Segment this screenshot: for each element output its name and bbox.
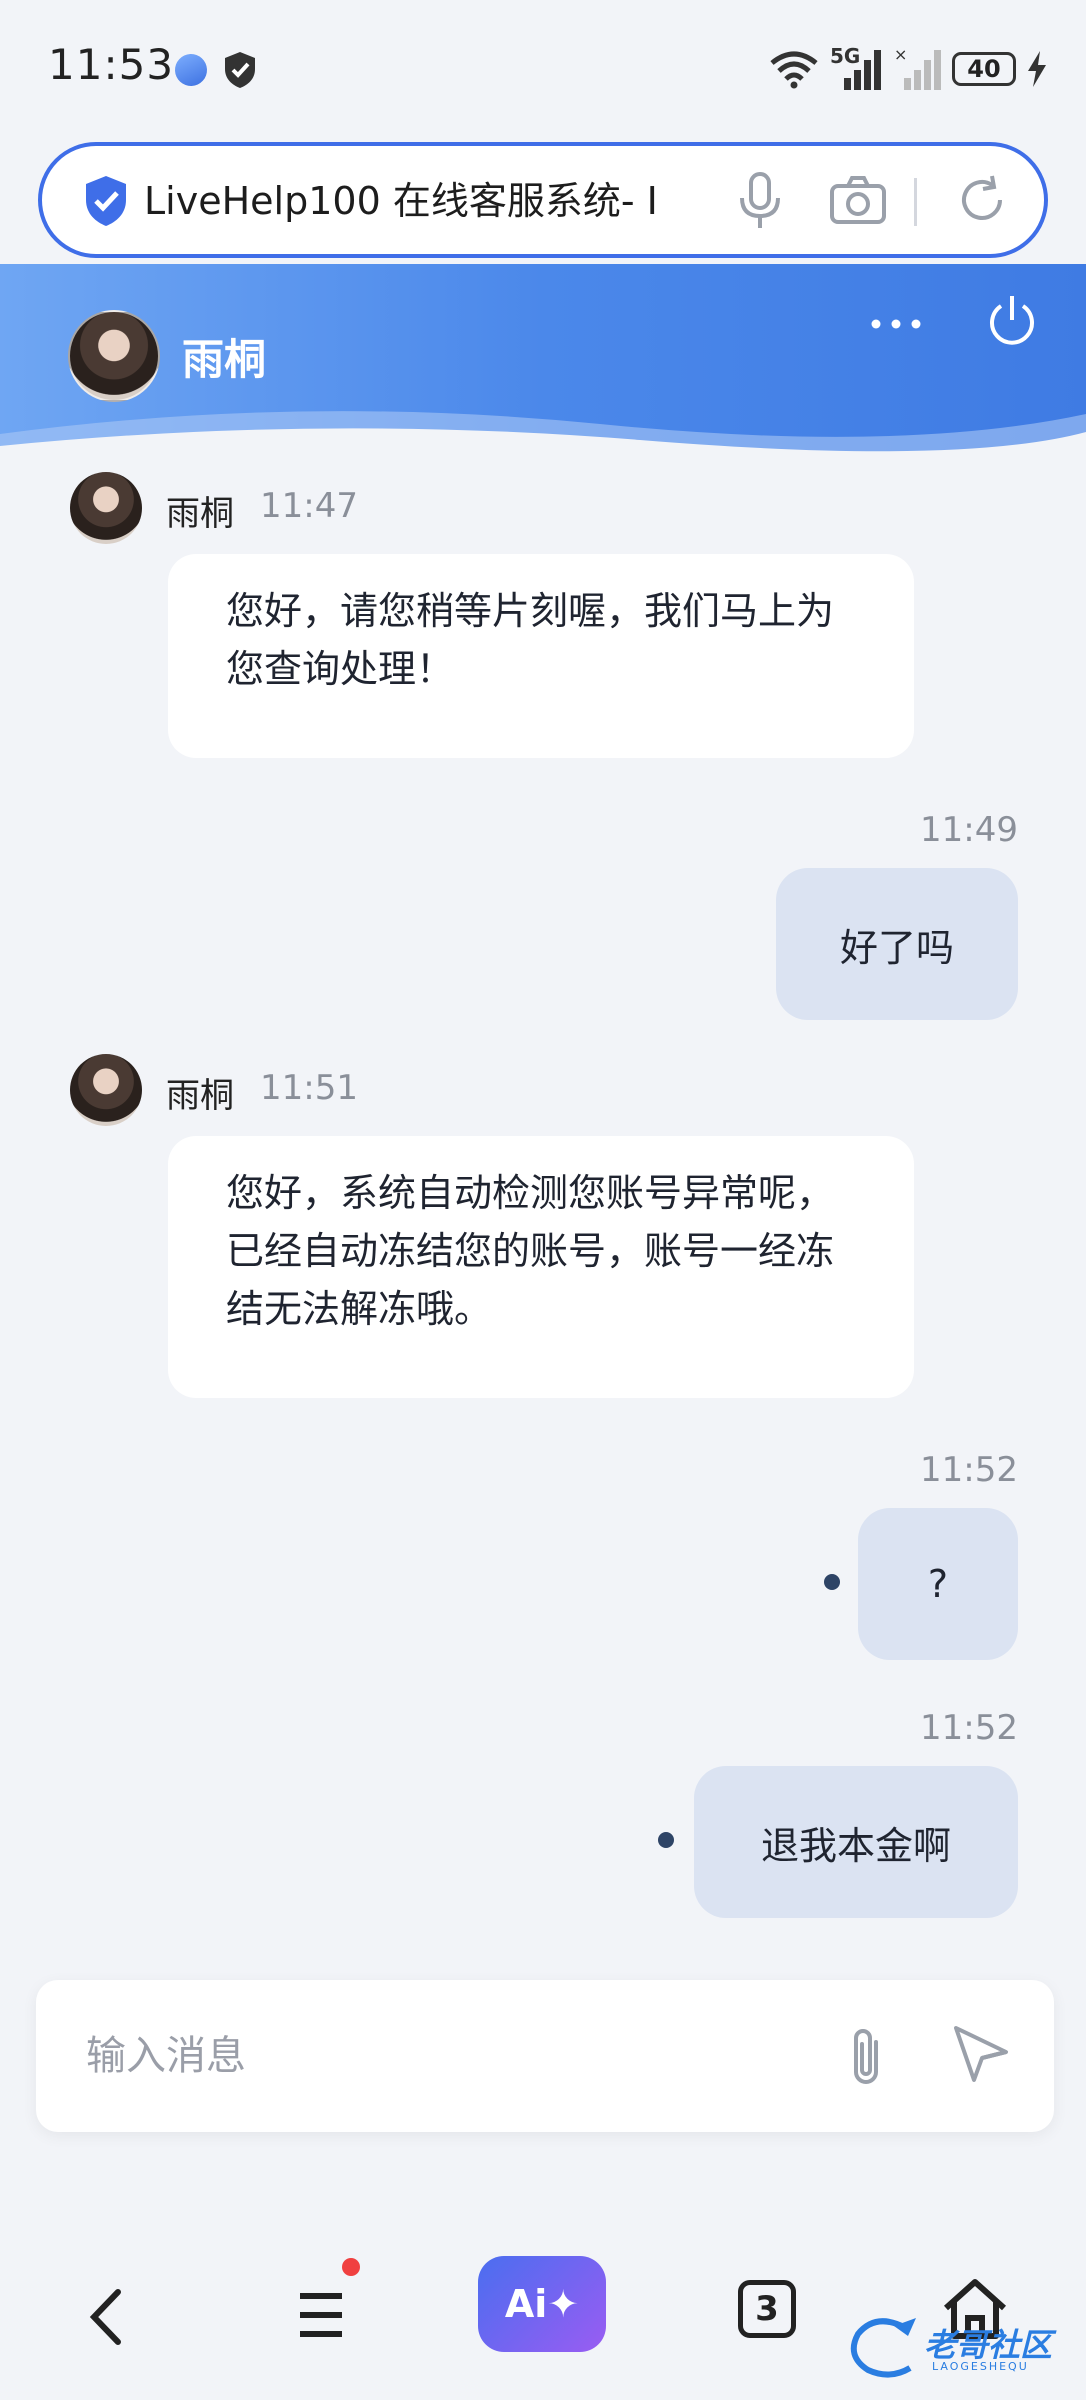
secure-shield-icon <box>86 176 126 226</box>
sent-status-dot <box>658 1832 674 1848</box>
refresh-icon[interactable] <box>952 170 1012 230</box>
outgoing-message-bubble: ? <box>858 1508 1018 1660</box>
message-sender: 雨桐 <box>166 494 234 534</box>
address-bar-divider <box>914 178 917 226</box>
menu-icon[interactable] <box>290 2282 360 2348</box>
agent-name: 雨桐 <box>182 335 267 384</box>
back-icon[interactable] <box>78 2282 138 2352</box>
message-time: 11:47 <box>260 486 358 526</box>
camera-icon[interactable] <box>826 170 890 230</box>
agent-avatar[interactable] <box>70 1054 142 1126</box>
attachment-icon[interactable] <box>836 2022 896 2092</box>
incoming-message-bubble: 您好，系统自动检测您账号异常呢，已经自动冻结您的账号，账号一经冻结无法解冻哦。 <box>168 1136 914 1398</box>
outgoing-message-bubble: 退我本金啊 <box>694 1766 1018 1918</box>
status-indicators: 5G × 40 <box>768 44 1048 94</box>
svg-text:×: × <box>894 46 907 64</box>
browser-bottom-nav: Ai✦ 3 老哥社区 LAOGESHEQU <box>0 2220 1086 2400</box>
microphone-icon[interactable] <box>730 168 790 234</box>
status-time: 11:53 <box>48 40 175 89</box>
message-time: 11:49 <box>920 810 1018 850</box>
message-time: 11:51 <box>260 1068 358 1108</box>
chat-header: 雨桐 <box>0 264 1086 464</box>
page-title[interactable]: LiveHelp100 在线客服系统- I <box>144 174 730 228</box>
ai-assistant-button[interactable]: Ai✦ <box>478 2256 606 2352</box>
watermark-logo: 老哥社区 LAOGESHEQU <box>846 2308 1076 2388</box>
message-input[interactable] <box>86 2022 786 2090</box>
tabs-count-button[interactable]: 3 <box>738 2280 796 2338</box>
message-time: 11:52 <box>920 1450 1018 1490</box>
address-bar[interactable]: LiveHelp100 在线客服系统- I <box>38 142 1048 258</box>
message-composer <box>36 1980 1054 2132</box>
charging-icon <box>1028 51 1046 87</box>
cellular-no-signal-icon: × <box>894 46 941 90</box>
wifi-icon <box>770 51 818 89</box>
more-options-icon[interactable] <box>866 304 926 344</box>
watermark-subtext: LAOGESHEQU <box>932 2360 1029 2373</box>
incoming-message-bubble: 您好，请您稍等片刻喔，我们马上为您查询处理！ <box>168 554 914 758</box>
agent-avatar[interactable] <box>70 472 142 544</box>
power-icon[interactable] <box>984 292 1040 348</box>
battery-indicator: 40 <box>952 52 1016 86</box>
security-shield-icon <box>225 52 255 88</box>
status-bar: 11:53 5G × 40 <box>0 0 1086 136</box>
watermark-emblem-icon <box>850 2318 916 2378</box>
sent-status-dot <box>824 1574 840 1590</box>
agent-avatar[interactable] <box>68 310 160 402</box>
message-sender: 雨桐 <box>166 1076 234 1116</box>
message-time: 11:52 <box>920 1708 1018 1748</box>
app-notification-icon <box>170 49 212 91</box>
outgoing-message-bubble: 好了吗 <box>776 868 1018 1020</box>
notification-dot <box>342 2258 360 2276</box>
cellular-5g-icon: 5G <box>830 44 884 92</box>
header-wave-decoration <box>0 411 1086 464</box>
send-icon[interactable] <box>948 2022 1012 2086</box>
